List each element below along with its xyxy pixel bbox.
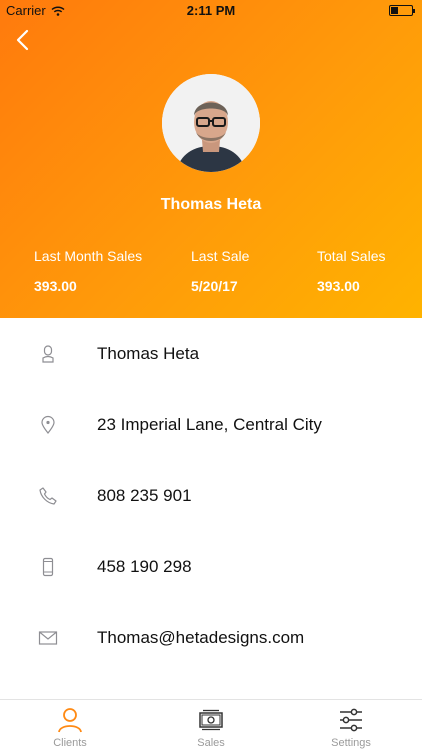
cash-icon [199, 709, 223, 731]
status-time: 2:11 PM [186, 3, 236, 18]
detail-row-mobile[interactable]: 458 190 298 [0, 531, 422, 602]
profile-header: Carrier 2:11 PM Thomas Heta Last Month S… [0, 0, 422, 318]
detail-row-phone[interactable]: 808 235 901 [0, 460, 422, 531]
stat-label: Last Month Sales [34, 248, 143, 264]
tab-label: Sales [197, 737, 225, 749]
tab-label: Settings [331, 737, 371, 749]
profile-name: Thomas Heta [160, 196, 262, 213]
tab-label: Clients [53, 737, 87, 749]
tab-clients[interactable]: Clients [10, 700, 130, 750]
client-details-list: Thomas Heta 23 Imperial Lane, Central Ci… [0, 318, 422, 673]
tab-sales[interactable]: Sales [151, 700, 271, 750]
phone-icon [39, 486, 57, 505]
mobile-phone-icon [42, 557, 54, 576]
detail-name: Thomas Heta [97, 343, 200, 363]
user-photo-icon [162, 74, 260, 172]
avatar [162, 74, 260, 172]
stat-label: Last Sale [191, 248, 250, 264]
stat-last-sale: Last Sale 5/20/17 [191, 248, 249, 294]
stat-value: 393.00 [34, 278, 77, 294]
stat-total-sales: Total Sales 393.00 [317, 248, 385, 294]
back-button[interactable] [12, 28, 36, 52]
mail-icon [38, 630, 58, 645]
tab-settings[interactable]: Settings [291, 700, 411, 750]
stat-last-month-sales: Last Month Sales 393.00 [34, 248, 142, 294]
detail-mobile: 458 190 298 [97, 556, 192, 576]
location-pin-icon [41, 415, 55, 434]
status-bar: Carrier 2:11 PM [0, 0, 422, 22]
sliders-icon [340, 708, 362, 732]
person-icon [42, 344, 54, 363]
detail-row-email[interactable]: Thomas@hetadesigns.com [0, 602, 422, 673]
detail-email: Thomas@hetadesigns.com [97, 627, 305, 647]
tab-bar: Clients Sales Settings [0, 699, 422, 750]
detail-address: 23 Imperial Lane, Central City [97, 414, 322, 434]
detail-phone: 808 235 901 [97, 485, 192, 505]
detail-row-name: Thomas Heta [0, 318, 422, 389]
detail-row-address[interactable]: 23 Imperial Lane, Central City [0, 389, 422, 460]
stat-value: 393.00 [317, 278, 360, 294]
stat-label: Total Sales [317, 248, 386, 264]
battery-icon [389, 5, 415, 16]
stat-value: 5/20/17 [191, 278, 238, 294]
person-icon [58, 708, 82, 733]
